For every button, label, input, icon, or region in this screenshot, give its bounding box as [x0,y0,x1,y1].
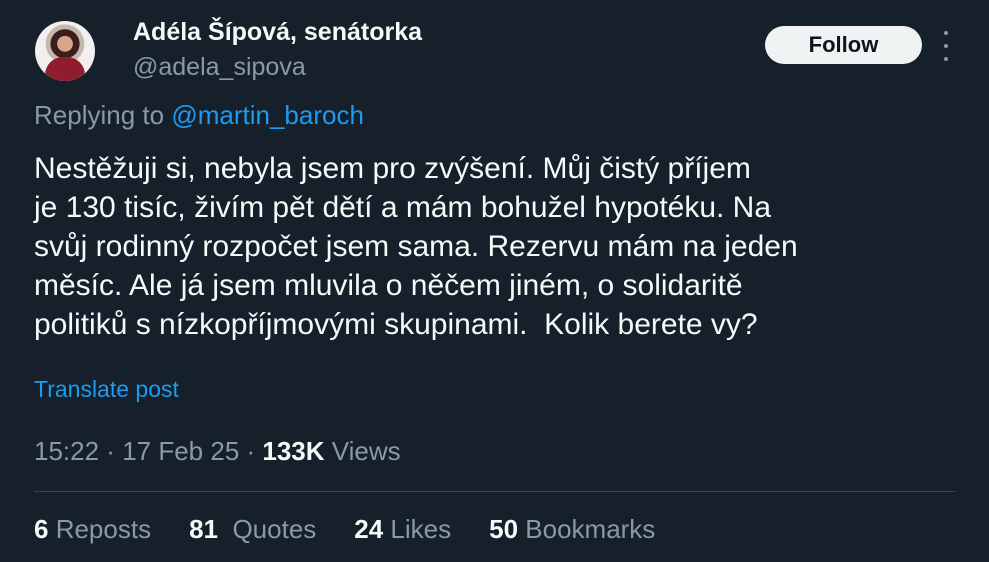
likes-stat[interactable]: 24 Likes [354,514,451,545]
reposts-count: 6 [34,514,49,544]
bookmarks-stat[interactable]: 50 Bookmarks [489,514,655,545]
tweet-line: Nestěžuji si, nebyla jsem pro zvýšení. M… [34,152,751,185]
follow-button[interactable]: Follow [765,26,922,64]
reposts-stat[interactable]: 6 Reposts [34,514,151,545]
views-count: 133K [262,436,325,466]
translate-post-link[interactable]: Translate post [34,376,179,403]
avatar[interactable] [35,21,95,81]
author-handle[interactable]: @adela_sipova [133,53,306,82]
tweet-time[interactable]: 15:22 [34,436,99,466]
tweet-text: Nestěžuji si, nebyla jsem pro zvýšení. M… [34,149,934,344]
quotes-count: 81 [189,514,218,544]
replying-to-prefix: Replying to [34,100,172,130]
tweet-line: měsíc. Ale já jsem mluvila o něčem jiném… [34,269,743,302]
views-label: Views [324,436,401,466]
reposts-label: Reposts [48,514,152,544]
bookmarks-label: Bookmarks [518,514,656,544]
tweet-date[interactable]: 17 Feb 25 [122,436,239,466]
meta-separator: · [99,436,123,466]
replying-to: Replying to @martin_baroch [34,100,364,131]
bookmarks-count: 50 [489,514,519,544]
tweet-meta: 15:22 · 17 Feb 25 · 133K Views [34,436,401,467]
more-options-icon[interactable] [940,31,952,61]
divider [34,491,955,492]
author-display-name[interactable]: Adéla Šípová, senátorka [133,18,422,47]
engagement-stats: 6 Reposts 81 Quotes 24 Likes 50 Bookmark… [34,514,693,545]
quotes-label: Quotes [218,514,317,544]
tweet-line: je 130 tisíc, živím pět dětí a mám bohuž… [34,191,772,224]
tweet-line: svůj rodinný rozpočet jsem sama. Rezervu… [34,230,798,263]
tweet-line: politiků s nízkopříjmovými skupinami. Ko… [34,308,758,341]
likes-label: Likes [383,514,452,544]
meta-separator: · [239,436,263,466]
likes-count: 24 [354,514,384,544]
avatar-figure [45,57,85,81]
quotes-stat[interactable]: 81 Quotes [189,514,316,545]
replying-to-handle-link[interactable]: @martin_baroch [171,100,364,130]
